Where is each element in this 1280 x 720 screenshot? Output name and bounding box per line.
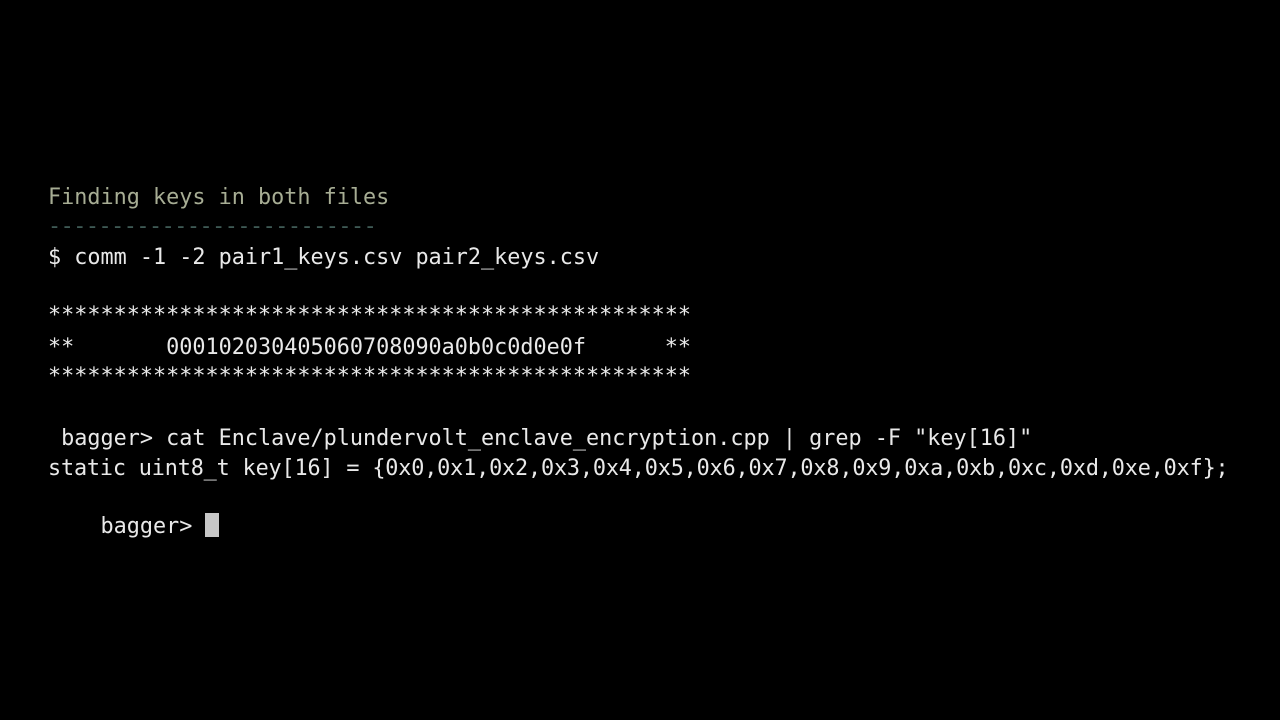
terminal-window[interactable]: Finding keys in both files -------------… — [0, 0, 1280, 720]
grep-command-line: bagger> cat Enclave/plundervolt_enclave_… — [48, 426, 1033, 451]
key-array-output: static uint8_t key[16] = {0x0,0x1,0x2,0x… — [48, 456, 1229, 481]
text-cursor — [205, 513, 220, 537]
key-box-top-border: ****************************************… — [48, 303, 692, 328]
heading-underline: -------------------------- — [48, 214, 377, 239]
section-heading: Finding keys in both files — [48, 185, 390, 210]
shell-prompt: bagger> — [100, 514, 206, 539]
comm-command-line: $ comm -1 -2 pair1_keys.csv pair2_keys.c… — [48, 245, 600, 270]
key-box-value-line: ** 000102030405060708090a0b0c0d0e0f ** — [48, 335, 692, 360]
key-box-bottom-border: ****************************************… — [48, 364, 692, 389]
current-prompt-line[interactable]: bagger> — [48, 487, 220, 539]
